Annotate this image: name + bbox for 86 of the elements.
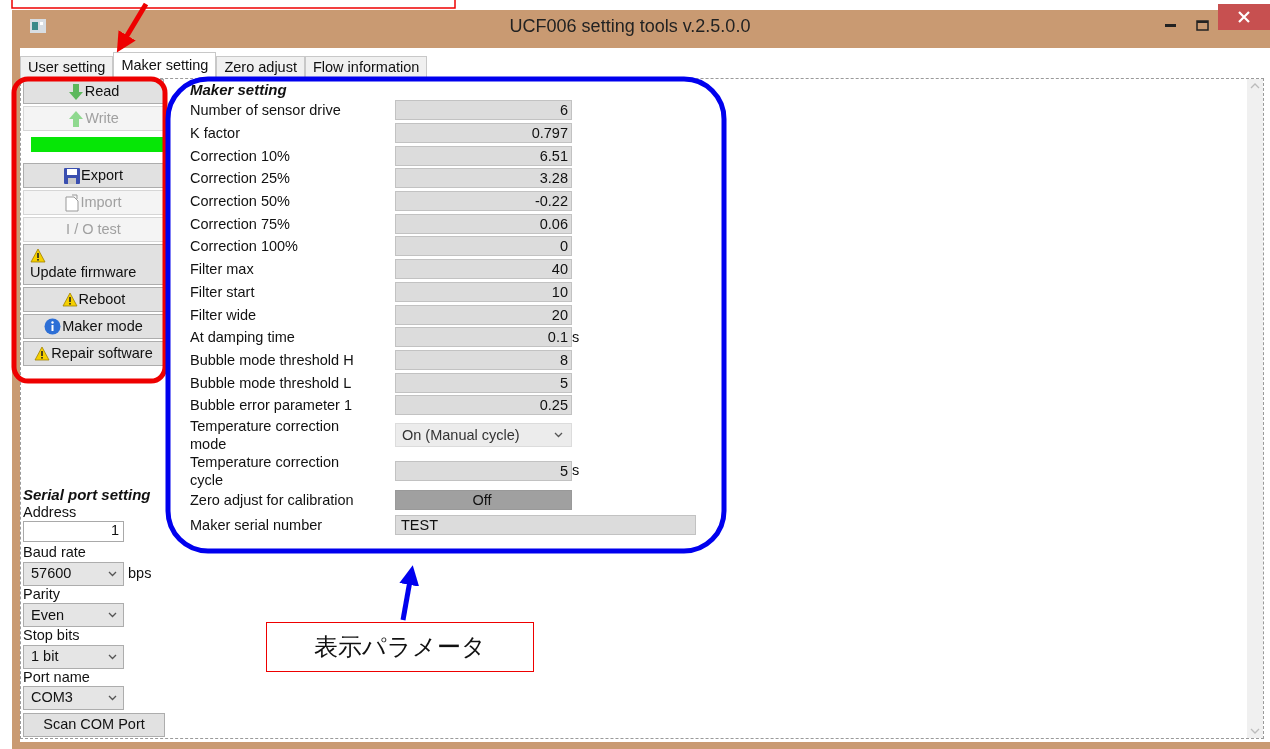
warning-icon	[34, 346, 51, 361]
value-field[interactable]: 0	[395, 236, 572, 257]
value-field[interactable]: 0.797	[395, 123, 572, 144]
value-field[interactable]: 0.06	[395, 213, 572, 234]
close-icon	[1238, 11, 1250, 23]
field-label: Correction 100%	[190, 237, 299, 256]
field-label: Baud rate	[23, 544, 87, 562]
field-label: At damping time	[190, 328, 296, 347]
action-button[interactable]: Reboot	[23, 287, 164, 312]
field-label: Correction 25%	[190, 169, 291, 188]
tab[interactable]: Zero adjust	[216, 56, 305, 78]
toggle-button[interactable]: Off	[395, 489, 572, 510]
field-label: Bubble mode threshold H	[190, 350, 355, 369]
value-field[interactable]: 8	[395, 349, 572, 370]
field-label: Correction 10%	[190, 146, 291, 165]
annotation-arrow	[116, 2, 149, 53]
input-field[interactable]: 1	[23, 521, 124, 543]
callout-label: 表示パラメータ	[266, 622, 534, 672]
section-title: Maker setting	[190, 81, 288, 99]
field-label: Stop bits	[23, 627, 81, 645]
field-label: Filter wide	[190, 305, 258, 324]
value-field[interactable]: 5	[395, 460, 572, 481]
dropdown[interactable]: Even	[23, 603, 124, 628]
caret-icon	[108, 695, 117, 701]
value-field[interactable]: 3.28	[395, 168, 572, 189]
value-field[interactable]: 5	[395, 372, 572, 393]
field-label: Number of sensor drive	[190, 101, 342, 120]
value-field[interactable]: 0.25	[395, 395, 572, 416]
maximize-icon[interactable]	[1195, 19, 1209, 31]
field-label: Bubble mode threshold L	[190, 373, 353, 392]
scan-button[interactable]: Scan COM Port	[23, 713, 165, 737]
field-label: Filter start	[190, 282, 256, 301]
unit-label: s	[572, 461, 580, 480]
dropdown-value: COM3	[31, 689, 73, 707]
field-label: Maker serial number	[190, 515, 324, 534]
field-label: Address	[23, 504, 78, 522]
action-button[interactable]: Update firmware	[23, 244, 164, 285]
dropdown-value: Even	[31, 606, 65, 624]
close-button[interactable]	[1218, 4, 1270, 30]
value-field[interactable]: 0.1	[395, 327, 572, 348]
caret-icon	[108, 612, 117, 619]
value-field[interactable]: 6.51	[395, 145, 572, 166]
tab[interactable]: Maker setting	[113, 52, 217, 78]
dropdown[interactable]: 57600	[23, 561, 124, 586]
field-label: K factor	[190, 124, 241, 143]
dropdown[interactable]: 1 bit	[23, 644, 124, 669]
action-button[interactable]: Repair software	[23, 341, 164, 366]
field-label: Filter max	[190, 260, 255, 279]
unit-label: s	[572, 328, 580, 346]
app-icon	[30, 19, 46, 33]
field-label: Correction 75%	[190, 214, 291, 233]
tab[interactable]: User setting	[20, 56, 114, 78]
value-field[interactable]: 6	[395, 100, 572, 121]
window-title: UCF006 setting tools v.2.5.0.0	[508, 16, 752, 38]
info-icon	[44, 318, 62, 335]
action-button[interactable]: Maker mode	[23, 314, 164, 339]
up-arrow-icon	[68, 109, 85, 128]
dropdown[interactable]: COM3	[23, 686, 124, 710]
value-field[interactable]: 20	[395, 304, 572, 325]
tab[interactable]: Flow information	[304, 56, 428, 78]
caret-icon	[554, 431, 563, 438]
value-field[interactable]: -0.22	[395, 191, 572, 212]
field-label: Parity	[23, 585, 62, 604]
field-label: Temperature correction mode	[190, 416, 341, 453]
unit-label: bps	[128, 565, 152, 583]
field-label: Port name	[23, 668, 91, 686]
caret-icon	[108, 653, 117, 660]
field-label: Zero adjust for calibration	[190, 490, 355, 509]
dropdown-value: On (Manual cycle)	[402, 425, 520, 444]
value-field[interactable]: 40	[395, 259, 572, 280]
value-field[interactable]: TEST	[395, 514, 696, 535]
dropdown-value: 1 bit	[31, 647, 59, 666]
warning-icon	[30, 247, 46, 263]
field-label: Temperature correction cycle	[190, 452, 341, 489]
document-icon	[65, 193, 80, 212]
minimize-icon[interactable]	[1164, 23, 1176, 27]
warning-icon	[61, 292, 78, 307]
section-title: Serial port setting	[23, 486, 152, 505]
action-button[interactable]: Export	[23, 163, 164, 188]
value-field[interactable]: 10	[395, 281, 572, 302]
caret-icon	[108, 570, 117, 577]
down-arrow-icon	[67, 82, 84, 101]
annotation-arrow	[399, 565, 420, 621]
dropdown-value: 57600	[31, 565, 72, 583]
field-label: Correction 50%	[190, 192, 291, 211]
field-label: Bubble error parameter 1	[190, 396, 353, 415]
